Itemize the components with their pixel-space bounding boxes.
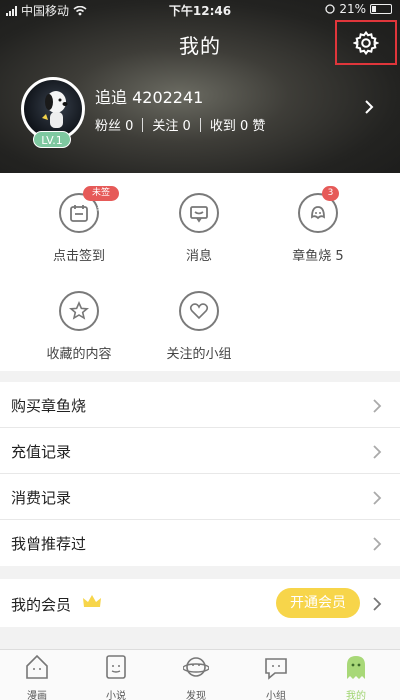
list-item-recommended[interactable]: 我曾推荐过 xyxy=(0,520,400,566)
chevron-right-icon xyxy=(373,445,382,459)
membership-row[interactable]: 我的会员 开通会员 xyxy=(0,579,400,627)
checkin-tag: 未签到 xyxy=(83,186,119,213)
fans-count[interactable]: 粉丝 0 xyxy=(95,115,133,134)
house-icon xyxy=(26,654,48,679)
battery-icon xyxy=(370,4,392,14)
list-item-label: 购买章鱼烧 xyxy=(11,397,87,415)
tab-label: 小说 xyxy=(106,691,126,700)
username[interactable]: 追追 4202241 xyxy=(95,84,203,108)
avatar-image xyxy=(42,91,68,128)
list-item-label: 我曾推荐过 xyxy=(11,535,87,553)
chevron-right-icon[interactable] xyxy=(362,97,376,117)
menu-list: 购买章鱼烧 充值记录 消费记录 我曾推荐过 xyxy=(0,382,400,566)
profile-header: 中国移动 下午12:46 21% 我的 LV.1 追追 4202241 粉丝 0… xyxy=(0,0,400,173)
list-item-recharge-records[interactable]: 充值记录 xyxy=(0,428,400,474)
level-badge: LV.1 xyxy=(33,131,71,148)
profile-stats: 粉丝 0 关注 0 收到 0 赞 xyxy=(95,115,265,134)
favorites-label: 收藏的内容 xyxy=(46,347,112,362)
gear-icon xyxy=(353,30,379,55)
chat-bubble-icon xyxy=(265,658,287,680)
list-item-label: 消费记录 xyxy=(11,489,72,507)
tab-label: 小组 xyxy=(266,691,286,700)
lock-rotation-icon xyxy=(325,4,335,14)
section-spacer xyxy=(0,627,400,649)
follow-count[interactable]: 关注 0 xyxy=(152,115,190,134)
chevron-right-icon xyxy=(373,537,382,551)
open-membership-button[interactable]: 开通会员 xyxy=(276,588,360,618)
settings-button[interactable] xyxy=(335,20,397,65)
tab-label: 漫画 xyxy=(27,691,47,700)
octopus-label: 章鱼烧 5 xyxy=(292,249,344,264)
battery-percent: 21% xyxy=(339,2,366,16)
list-item-consumption-records[interactable]: 消费记录 xyxy=(0,474,400,520)
function-grid: 未签到 点击签到 消息 3 章鱼烧 5 收藏的内容 关注的小组 xyxy=(0,173,400,371)
chevron-right-icon xyxy=(373,399,382,413)
planet-icon xyxy=(183,657,209,677)
octopus-count-badge: 3 xyxy=(322,186,339,201)
tab-label: 发现 xyxy=(186,691,206,700)
ghost-icon xyxy=(347,656,365,679)
crown-icon xyxy=(83,595,101,607)
followed-groups-label: 关注的小组 xyxy=(166,347,232,362)
star-icon xyxy=(59,291,99,331)
book-icon xyxy=(106,655,126,679)
battery-status: 21% xyxy=(325,2,392,16)
stats-divider xyxy=(199,117,201,132)
status-bar: 中国移动 下午12:46 21% xyxy=(0,0,400,20)
stats-divider xyxy=(142,117,144,132)
checkin-label: 点击签到 xyxy=(52,249,105,264)
chevron-right-icon xyxy=(373,597,382,611)
membership-label: 我的会员 xyxy=(11,596,72,614)
list-item-buy-octopus[interactable]: 购买章鱼烧 xyxy=(0,382,400,428)
chevron-right-icon xyxy=(373,491,382,505)
message-icon xyxy=(179,193,219,233)
likes-count: 收到 0 赞 xyxy=(209,119,266,134)
list-item-label: 充值记录 xyxy=(11,443,72,461)
heart-icon xyxy=(179,291,219,331)
bottom-tab-bar: 漫画 小说 发现 小组 我的 xyxy=(0,649,400,700)
profile-page: 中国移动 下午12:46 21% 我的 LV.1 追追 4202241 粉丝 0… xyxy=(0,0,400,700)
message-label: 消息 xyxy=(185,249,212,264)
tab-label: 我的 xyxy=(346,691,366,700)
